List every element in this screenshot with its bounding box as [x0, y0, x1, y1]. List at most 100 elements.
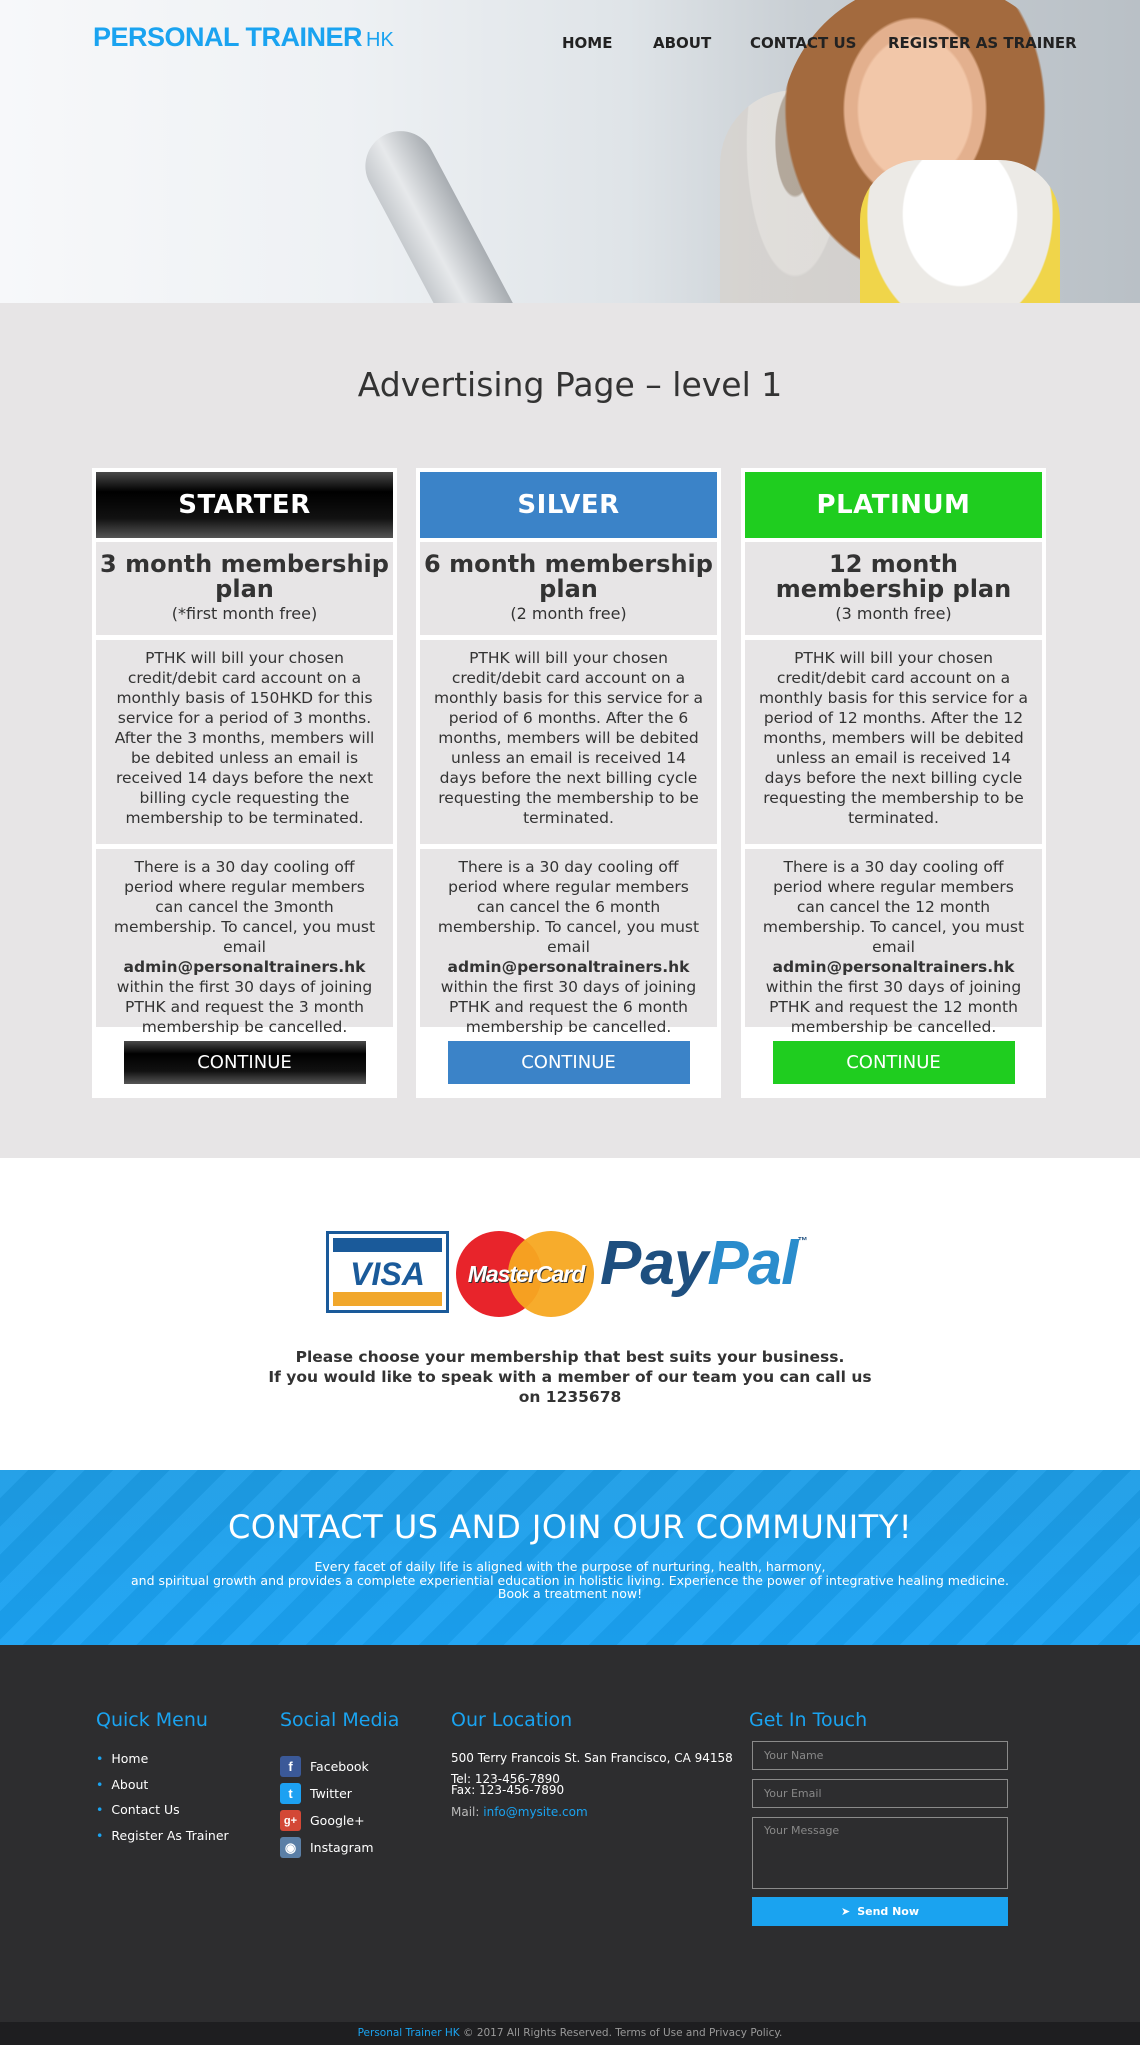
- plan-billing-text: PTHK will bill your chosen credit/debit …: [96, 640, 393, 844]
- visa-wordmark: VISA: [350, 1256, 425, 1292]
- social-label: Instagram: [310, 1840, 374, 1855]
- social-label: Google+: [310, 1813, 365, 1828]
- nav-register-as-trainer[interactable]: REGISTER AS TRAINER: [888, 34, 1077, 52]
- plan-cooling-text: There is a 30 day cooling off period whe…: [420, 849, 717, 1036]
- cooling-pre: There is a 30 day cooling off period whe…: [437, 858, 700, 956]
- social-twitter[interactable]: t Twitter: [280, 1780, 374, 1807]
- site-logo[interactable]: PERSONAL TRAINER HK: [93, 22, 394, 53]
- plan-note: (2 month free): [510, 604, 627, 623]
- payment-message: Please choose your membership that best …: [0, 1347, 1140, 1407]
- hero-header: PERSONAL TRAINER HK HOME ABOUT CONTACT US…: [0, 0, 1140, 303]
- plan-title: 3 month membership plan: [100, 550, 389, 603]
- copyright-text: © 2017 All Rights Reserved. Terms of Use…: [462, 2027, 783, 2039]
- plan-header: SILVER: [420, 472, 717, 538]
- google-plus-icon: g+: [280, 1810, 301, 1831]
- plan-summary: 6 month membership plan (2 month free): [420, 542, 717, 635]
- instagram-icon: ◉: [280, 1837, 301, 1858]
- plan-summary: 3 month membership plan (*first month fr…: [96, 542, 393, 635]
- mastercard-wordmark: MasterCard: [467, 1261, 586, 1287]
- plan-header: STARTER: [96, 472, 393, 538]
- nav-about[interactable]: ABOUT: [653, 34, 711, 52]
- cooling-email[interactable]: admin@personaltrainers.hk: [448, 958, 690, 976]
- continue-button-platinum[interactable]: CONTINUE: [772, 1041, 1015, 1084]
- cooling-post: within the first 30 days of joining PTHK…: [440, 978, 697, 1036]
- plan-note: (3 month free): [835, 604, 952, 623]
- logo-sub-text: HK: [366, 29, 394, 51]
- plan-billing-text: PTHK will bill your chosen credit/debit …: [420, 640, 717, 844]
- banner-subtext: Every facet of daily life is aligned wit…: [0, 1560, 1140, 1601]
- payment-message-line: Please choose your membership that best …: [295, 1348, 845, 1366]
- mail-row: Mail: info@mysite.com: [451, 1805, 733, 1819]
- cooling-email[interactable]: admin@personaltrainers.hk: [773, 958, 1015, 976]
- plan-card-starter: STARTER 3 month membership plan (*first …: [92, 468, 397, 1098]
- plan-billing-text: PTHK will bill your chosen credit/debit …: [745, 640, 1042, 844]
- location-info: 500 Terry Francois St. San Francisco, CA…: [451, 1751, 733, 1819]
- banner-title: CONTACT US AND JOIN OUR COMMUNITY!: [227, 1508, 913, 1546]
- send-now-button[interactable]: ➤ Send Now: [752, 1897, 1008, 1926]
- social-links: f Facebook t Twitter g+ Google+ ◉ Instagram: [280, 1753, 374, 1861]
- banner-line: Every facet of daily life is aligned wit…: [314, 1559, 826, 1574]
- plan-card-silver: SILVER 6 month membership plan (2 month …: [416, 468, 721, 1098]
- logo-main-text: PERSONAL TRAINER: [93, 22, 363, 52]
- name-field[interactable]: [752, 1741, 1008, 1770]
- quick-menu-register-as-trainer[interactable]: Register As Trainer: [96, 1828, 228, 1854]
- contact-form: ➤ Send Now: [752, 1741, 1008, 1926]
- cooling-email[interactable]: admin@personaltrainers.hk: [124, 958, 366, 976]
- social-facebook[interactable]: f Facebook: [280, 1753, 374, 1780]
- social-label: Twitter: [310, 1786, 352, 1801]
- paypal-logo: PayPal™: [600, 1228, 807, 1299]
- mail-label: Mail:: [451, 1805, 480, 1819]
- contact-banner: CONTACT US AND JOIN OUR COMMUNITY! Every…: [0, 1470, 1140, 1645]
- plan-card-platinum: PLATINUM 12 month membership plan (3 mon…: [741, 468, 1046, 1098]
- copyright-bar: Personal Trainer HK © 2017 All Rights Re…: [0, 2022, 1140, 2045]
- quick-menu-title: Quick Menu: [96, 1709, 208, 1731]
- quick-menu-about[interactable]: About: [96, 1777, 229, 1803]
- mastercard-logo: MasterCard: [456, 1231, 596, 1317]
- mail-link[interactable]: info@mysite.com: [483, 1805, 587, 1819]
- plan-note: (*first month free): [171, 604, 318, 623]
- footer: Quick Menu Home About Contact Us Registe…: [0, 1645, 1140, 2022]
- paypal-pay: Pay: [600, 1229, 708, 1298]
- copyright-brand[interactable]: Personal Trainer HK: [358, 2027, 460, 2039]
- pricing-section: Advertising Page – level 1 STARTER 3 mon…: [0, 303, 1140, 1158]
- send-label: Send Now: [857, 1905, 920, 1918]
- nav-home[interactable]: HOME: [562, 34, 612, 52]
- send-icon: ➤: [840, 1905, 851, 1918]
- continue-button-starter[interactable]: CONTINUE: [123, 1041, 366, 1084]
- plan-cooling-text: There is a 30 day cooling off period whe…: [745, 849, 1042, 1036]
- cooling-pre: There is a 30 day cooling off period whe…: [762, 858, 1025, 956]
- facebook-icon: f: [280, 1756, 301, 1777]
- plan-title: 6 month membership plan: [424, 550, 713, 603]
- hero-towel-shape: [860, 160, 1060, 303]
- continue-button-silver[interactable]: CONTINUE: [447, 1041, 690, 1084]
- payment-message-line: on 1235678: [518, 1388, 622, 1406]
- social-media-title: Social Media: [280, 1709, 400, 1731]
- cooling-post: within the first 30 days of joining PTHK…: [765, 978, 1022, 1036]
- address: 500 Terry Francois St. San Francisco, CA…: [451, 1751, 733, 1765]
- banner-texture: [0, 1470, 1140, 1645]
- visa-top-stripe: [333, 1238, 442, 1252]
- quick-menu: Home About Contact Us Register As Traine…: [96, 1751, 229, 1854]
- plan-title: 12 month membership plan: [775, 550, 1012, 603]
- page-title: Advertising Page – level 1: [357, 365, 783, 404]
- visa-bottom-stripe: [333, 1292, 442, 1306]
- quick-menu-home[interactable]: Home: [96, 1751, 229, 1777]
- plan-header: PLATINUM: [745, 472, 1042, 538]
- get-in-touch-title: Get In Touch: [749, 1709, 868, 1731]
- social-instagram[interactable]: ◉ Instagram: [280, 1834, 374, 1861]
- message-field[interactable]: [752, 1817, 1008, 1889]
- cooling-post: within the first 30 days of joining PTHK…: [116, 978, 373, 1036]
- paypal-tm: ™: [797, 1236, 807, 1247]
- banner-line: Book a treatment now!: [497, 1586, 643, 1601]
- social-google-plus[interactable]: g+ Google+: [280, 1807, 374, 1834]
- hero-equipment-shape: [353, 118, 537, 303]
- location-title: Our Location: [451, 1709, 573, 1731]
- paypal-pal: Pal: [707, 1229, 798, 1298]
- banner-line: and spiritual growth and provides a comp…: [131, 1572, 1009, 1588]
- quick-menu-contact-us[interactable]: Contact Us: [96, 1802, 229, 1828]
- fax: Fax: 123-456-7890: [451, 1783, 565, 1797]
- twitter-icon: t: [280, 1783, 301, 1804]
- email-field[interactable]: [752, 1779, 1008, 1808]
- nav-contact-us[interactable]: CONTACT US: [750, 34, 856, 52]
- cooling-pre: There is a 30 day cooling off period whe…: [113, 858, 376, 956]
